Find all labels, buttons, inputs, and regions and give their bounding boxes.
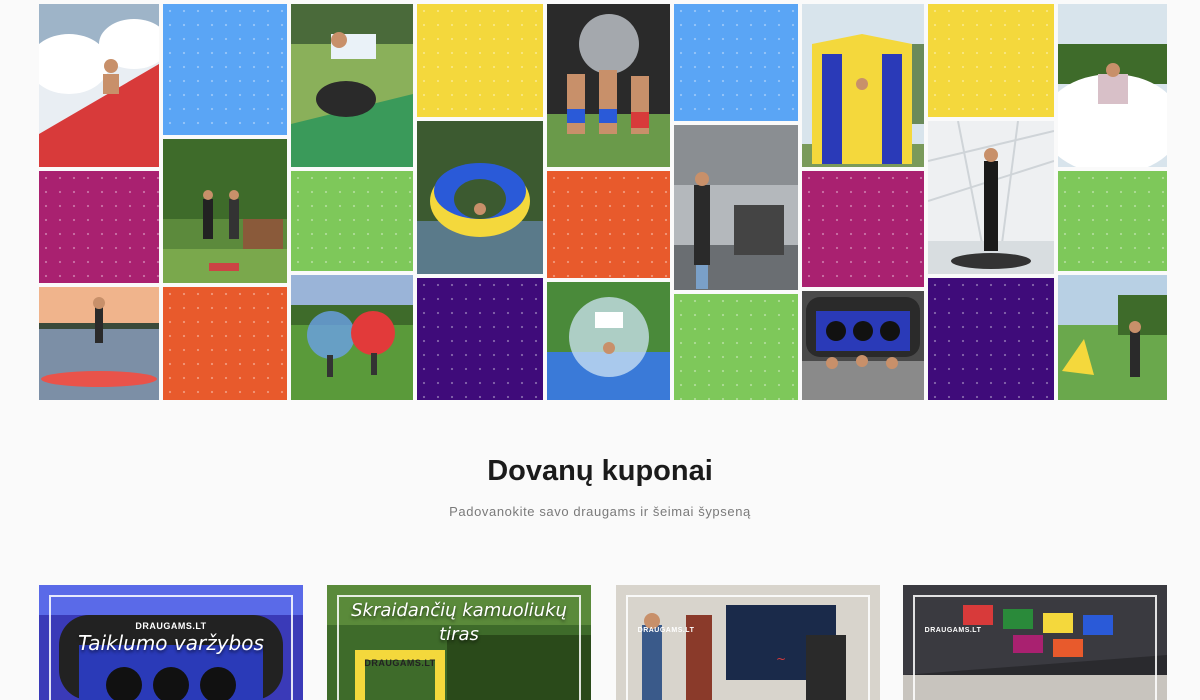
color-tile-magenta-2	[802, 171, 924, 287]
card-brand: DRAUGAMS.LT	[364, 658, 436, 668]
gift-card-list: DRAUGAMS.LT Taiklumo varžybos Skraidanči…	[39, 585, 1167, 700]
photo-accuracy-game[interactable]	[802, 291, 924, 400]
color-tile-purple-1	[417, 278, 543, 400]
photo-360-booth[interactable]	[928, 121, 1054, 274]
photo-paddleboard[interactable]	[39, 287, 159, 400]
color-tile-magenta-1	[39, 171, 159, 283]
card-title: Taiklumo varžybos	[78, 631, 264, 655]
color-tile-orange-1	[547, 171, 670, 278]
photo-water-ball[interactable]	[547, 282, 670, 400]
card-brand: DRAUGAMS.LT	[637, 627, 695, 634]
photo-street-machine[interactable]	[674, 125, 798, 290]
section-subtitle: Padovanokite savo draugams ir šeimai šyp…	[449, 504, 751, 519]
photo-water-splash[interactable]	[547, 4, 670, 167]
section-title: Dovanų kuponai	[487, 455, 713, 487]
card-brand: DRAUGAMS.LT	[924, 627, 982, 634]
card-brand: DRAUGAMS.LT	[135, 621, 207, 631]
photo-garden-game[interactable]	[163, 139, 287, 283]
color-tile-blue-2	[674, 4, 798, 121]
photo-water-wheel[interactable]	[417, 121, 543, 274]
gift-card-balls[interactable]: Skraidančių kamuoliukų tiras DRAUGAMS.LT	[327, 585, 591, 700]
color-tile-green-3	[674, 294, 798, 400]
photo-foam-field[interactable]	[1058, 4, 1167, 167]
photo-rodeo-bull[interactable]	[291, 4, 413, 167]
color-tile-purple-2	[928, 278, 1054, 400]
color-tile-yellow-2	[928, 4, 1054, 117]
card-frame	[913, 595, 1157, 700]
card-title: Skraidančių kamuoliukų tiras	[351, 600, 567, 645]
color-tile-yellow-1	[417, 4, 543, 117]
color-tile-green-1	[291, 171, 413, 271]
photo-bubble-football[interactable]	[291, 275, 413, 400]
color-tile-blue-1	[163, 4, 287, 135]
activity-mosaic	[39, 4, 1167, 400]
card-frame	[626, 595, 870, 700]
gift-card-vr[interactable]: ~ DRAUGAMS.LT	[616, 585, 880, 700]
photo-archery-tag[interactable]	[1058, 275, 1167, 400]
photo-inflatable-slide[interactable]	[802, 4, 924, 167]
color-tile-green-2	[1058, 171, 1167, 271]
photo-foam-party[interactable]	[39, 4, 159, 167]
gift-card-room[interactable]: DRAUGAMS.LT	[903, 585, 1167, 700]
color-tile-orange-2	[163, 287, 287, 400]
gift-card-target[interactable]: DRAUGAMS.LT Taiklumo varžybos	[39, 585, 303, 700]
